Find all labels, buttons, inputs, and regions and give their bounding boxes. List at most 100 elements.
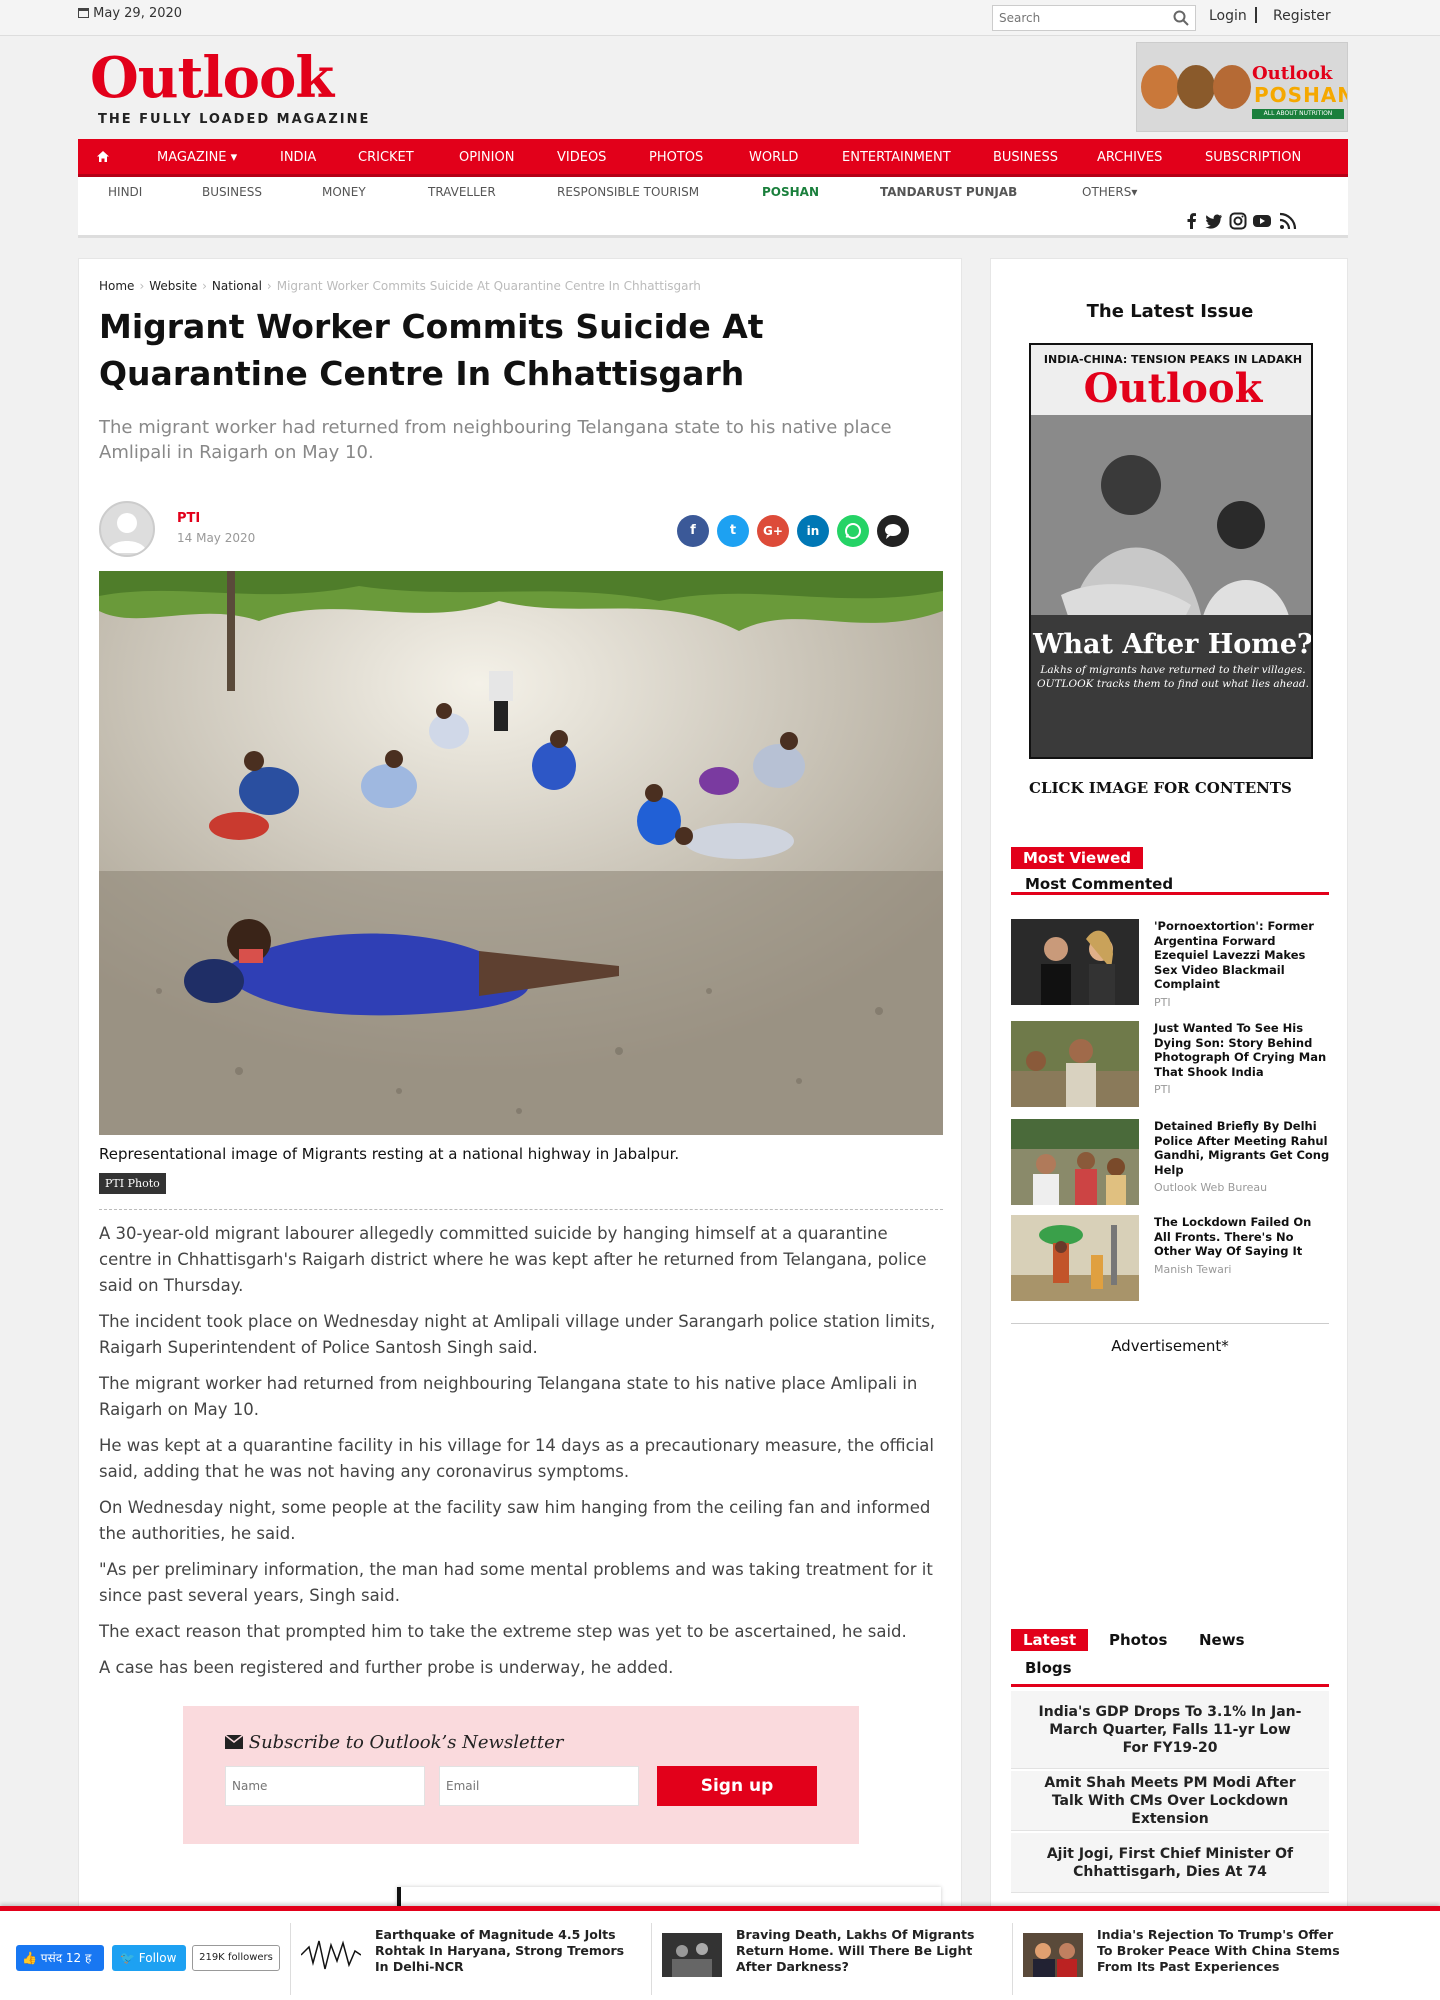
search-icon[interactable] [1173, 10, 1189, 26]
footer-story[interactable]: Earthquake of Magnitude 4.5 Jolts Rohtak… [290, 1923, 646, 1995]
click-image-note: CLICK IMAGE FOR CONTENTS [1029, 779, 1292, 797]
poshan-banner[interactable]: Outlook POSHAN ALL ABOUT NUTRITION [1136, 42, 1348, 132]
subnav-tandarust-punjab[interactable]: TANDARUST PUNJAB [880, 185, 1017, 199]
breadcrumb-separator: › [202, 279, 207, 293]
nav-subscription[interactable]: SUBSCRIPTION [1205, 150, 1301, 165]
subnav-hindi[interactable]: HINDI [108, 185, 142, 199]
subnav-poshan[interactable]: POSHAN [762, 185, 819, 199]
tab-blogs[interactable]: Blogs [1013, 1657, 1084, 1679]
signup-button[interactable]: Sign up [657, 1766, 817, 1806]
photo-caption: Representational image of Migrants resti… [99, 1145, 680, 1163]
most-viewed-source: PTI [1154, 995, 1171, 1009]
youtube-icon[interactable] [1252, 211, 1272, 231]
breadcrumb-separator: › [266, 279, 272, 293]
most-viewed-title: Just Wanted To See His Dying Son: Story … [1154, 1021, 1327, 1079]
most-viewed-thumbnail [1011, 1021, 1139, 1107]
share-linkedin-icon[interactable]: in [797, 515, 829, 547]
most-viewed-item[interactable]: Detained Briefly By Delhi Police After M… [1011, 1119, 1329, 1209]
latest-tabs: Latest Photos News Blogs [1011, 1629, 1329, 1687]
subnav-responsible-tourism[interactable]: RESPONSIBLE TOURISM [557, 185, 699, 199]
nav-opinion[interactable]: OPINION [459, 150, 514, 165]
twitter-follow-button[interactable]: 🐦 Follow [112, 1945, 186, 1971]
nav-entertainment[interactable]: ENTERTAINMENT [842, 150, 951, 165]
facebook-icon[interactable] [1182, 211, 1202, 231]
nav-archives[interactable]: ARCHIVES [1097, 150, 1162, 165]
envelope-icon [224, 1734, 244, 1749]
subnav-money[interactable]: MONEY [322, 185, 366, 199]
most-viewed-item[interactable]: The Lockdown Failed On All Fronts. There… [1011, 1215, 1329, 1305]
instagram-icon[interactable] [1228, 211, 1248, 231]
footer-story[interactable]: India's Rejection To Trump's Offer To Br… [1012, 1923, 1368, 1995]
breadcrumb-national[interactable]: National [212, 279, 262, 293]
article-paragraph: "As per preliminary information, the man… [99, 1560, 933, 1605]
subnav-traveller[interactable]: TRAVELLER [428, 185, 496, 199]
nav-world[interactable]: WORLD [749, 150, 798, 165]
magazine-cover[interactable]: INDIA-CHINA: TENSION PEAKS IN LADAKH Out… [1029, 343, 1313, 759]
subnav-others[interactable]: OTHERS▾ [1082, 185, 1137, 199]
tab-latest[interactable]: Latest [1011, 1629, 1089, 1651]
article-paragraph: He was kept at a quarantine facility in … [99, 1436, 934, 1481]
latest-item[interactable]: India's GDP Drops To 3.1% In Jan-March Q… [1011, 1691, 1329, 1769]
banner-brand: Outlook [1252, 63, 1333, 84]
newsletter-name-input[interactable] [225, 1766, 425, 1806]
most-viewed-title: 'Pornoextortion': Former Argentina Forwa… [1154, 919, 1314, 991]
author-name[interactable]: PTI [177, 511, 200, 526]
footer-story-thumbnail [662, 1933, 722, 1977]
search-box[interactable] [992, 5, 1196, 31]
cover-subhead-line-1: Lakhs of migrants have returned to their… [1040, 664, 1306, 676]
facebook-like-button[interactable]: 👍 पसंद 12 ह [16, 1945, 104, 1971]
search-input[interactable] [993, 6, 1163, 30]
most-viewed-item[interactable]: 'Pornoextortion': Former Argentina Forwa… [1011, 919, 1329, 1009]
share-comments-icon[interactable] [877, 515, 909, 547]
breadcrumb-website[interactable]: Website [149, 279, 197, 293]
footer-story[interactable]: Braving Death, Lakhs Of Migrants Return … [651, 1923, 1007, 1995]
share-facebook-icon[interactable]: f [677, 515, 709, 547]
tagline: THE FULLY LOADED MAGAZINE [98, 112, 371, 127]
footer-story-thumbnail [301, 1933, 361, 1977]
tab-photos[interactable]: Photos [1097, 1629, 1179, 1651]
share-twitter-icon[interactable]: t [717, 515, 749, 547]
latest-item[interactable]: Ajit Jogi, First Chief Minister Of Chhat… [1011, 1833, 1329, 1893]
most-viewed-item-text: The Lockdown Failed On All Fronts. There… [1154, 1215, 1332, 1277]
most-viewed-item-text: Just Wanted To See His Dying Son: Story … [1154, 1021, 1332, 1098]
login-link[interactable]: Login [1209, 8, 1247, 24]
nav-india[interactable]: INDIA [280, 150, 316, 165]
nav-magazine-label: MAGAZINE [157, 150, 227, 165]
home-icon[interactable] [96, 150, 110, 163]
subnav-business[interactable]: BUSINESS [202, 185, 262, 199]
sidebar: The Latest Issue INDIA-CHINA: TENSION PE… [990, 258, 1348, 2000]
nav-videos[interactable]: VIDEOS [557, 150, 606, 165]
tab-most-commented[interactable]: Most Commented [1013, 873, 1185, 895]
most-viewed-item[interactable]: Just Wanted To See His Dying Son: Story … [1011, 1021, 1329, 1111]
tab-most-viewed[interactable]: Most Viewed [1011, 847, 1143, 869]
footer-story-title: India's Rejection To Trump's Offer To Br… [1097, 1927, 1340, 1974]
nav-cricket[interactable]: CRICKET [358, 150, 414, 165]
nav-magazine[interactable]: MAGAZINE ▾ [157, 150, 237, 165]
section-divider [1011, 1323, 1329, 1324]
register-link[interactable]: Register [1273, 8, 1331, 24]
nav-photos[interactable]: PHOTOS [649, 150, 703, 165]
rss-icon[interactable] [1278, 211, 1298, 231]
newsletter-title-text: Subscribe to Outlook’s Newsletter [248, 1732, 564, 1753]
top-bar: May 29, 2020 Login Register [0, 0, 1440, 36]
latest-item[interactable]: Amit Shah Meets PM Modi After Talk With … [1011, 1771, 1329, 1831]
caption-divider [99, 1209, 943, 1210]
tab-news[interactable]: News [1187, 1629, 1257, 1651]
most-viewed-source: PTI [1154, 1083, 1171, 1096]
auth-divider [1255, 7, 1257, 23]
most-viewed-thumbnail [1011, 1215, 1139, 1301]
cover-subhead: Lakhs of migrants have returned to their… [1031, 663, 1311, 691]
share-googleplus-icon[interactable]: G+ [757, 515, 789, 547]
next-story-box[interactable] [397, 1887, 941, 1907]
article-summary: The migrant worker had returned from nei… [99, 417, 892, 463]
nav-business[interactable]: BUSINESS [993, 150, 1058, 165]
share-whatsapp-icon[interactable] [837, 515, 869, 547]
article-paragraph: On Wednesday night, some people at the f… [99, 1498, 931, 1543]
latest-issue-heading: The Latest Issue [1086, 301, 1254, 322]
article-body: A 30-year-old migrant labourer allegedly… [99, 1221, 943, 1691]
breadcrumb-home[interactable]: Home [99, 279, 134, 293]
caret-down-icon: ▾ [1131, 185, 1138, 199]
twitter-icon[interactable] [1204, 211, 1224, 231]
newsletter-email-input[interactable] [439, 1766, 639, 1806]
outlook-logo[interactable]: Outlook [90, 48, 334, 108]
